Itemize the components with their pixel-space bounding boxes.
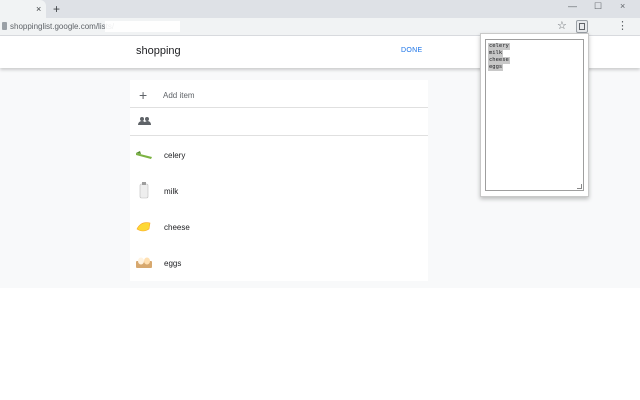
tab-strip: × + — ☐ × xyxy=(0,0,640,18)
add-item-row[interactable]: + Add item xyxy=(130,82,428,108)
item-label: milk xyxy=(164,187,179,196)
resize-handle-icon[interactable] xyxy=(577,184,582,189)
list-item[interactable]: celery xyxy=(130,137,428,173)
page-title: shopping xyxy=(136,45,181,57)
popup-line: cheese xyxy=(488,57,510,64)
popup-line: eggs xyxy=(488,64,504,71)
window-close-icon[interactable]: × xyxy=(620,0,625,12)
browser-menu-icon[interactable]: ⋮ xyxy=(617,20,628,33)
milk-icon xyxy=(139,182,149,199)
address-bar[interactable]: shoppinglist.google.com/lists/ xyxy=(0,19,548,35)
browser-tab[interactable]: × xyxy=(0,0,46,18)
new-tab-icon[interactable]: + xyxy=(53,2,60,16)
item-label: celery xyxy=(164,151,186,160)
minimize-icon[interactable]: — xyxy=(568,0,577,12)
eggs-icon xyxy=(136,257,152,268)
bookmark-star-icon[interactable]: ☆ xyxy=(557,20,567,33)
lock-icon[interactable] xyxy=(2,22,7,30)
copied-list-textarea[interactable]: celery milk cheese eggs xyxy=(485,39,584,191)
popup-line: celery xyxy=(488,43,510,50)
people-icon[interactable] xyxy=(138,117,151,125)
cheese-icon xyxy=(136,222,151,232)
maximize-icon[interactable]: ☐ xyxy=(594,0,602,12)
item-label: cheese xyxy=(164,223,190,232)
list-item[interactable]: cheese xyxy=(130,209,428,245)
celery-icon xyxy=(136,151,152,159)
extension-popup: celery milk cheese eggs xyxy=(480,33,589,197)
item-label: eggs xyxy=(164,259,182,268)
list-item[interactable]: eggs xyxy=(130,245,428,281)
extension-clipboard-icon[interactable] xyxy=(576,20,588,33)
tab-close-icon[interactable]: × xyxy=(36,3,41,15)
list-item[interactable]: milk xyxy=(130,173,428,209)
plus-icon[interactable]: + xyxy=(139,87,147,103)
url-redaction xyxy=(105,21,180,32)
popup-line: milk xyxy=(488,50,504,57)
done-button[interactable]: DONE xyxy=(401,47,422,54)
shopping-list-card: + Add item celery milk cheese eggs xyxy=(130,80,428,281)
share-row[interactable] xyxy=(130,108,428,136)
url-text[interactable]: shoppinglist.google.com/lists/ xyxy=(10,21,114,33)
add-item-input[interactable]: Add item xyxy=(163,91,195,100)
